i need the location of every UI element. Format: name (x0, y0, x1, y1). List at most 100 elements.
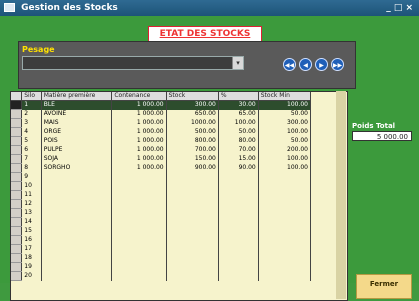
row-selector[interactable] (11, 208, 23, 218)
table-cell[interactable]: 100.00 (258, 127, 312, 137)
table-cell[interactable] (111, 217, 167, 227)
row-selector[interactable] (11, 118, 23, 128)
row-selector[interactable] (11, 271, 23, 281)
table-cell[interactable]: 500.00 (166, 127, 219, 137)
table-row[interactable]: 4 ORGE 1 000.00 500.00 50.00 100.00 (11, 127, 312, 137)
table-cell[interactable] (41, 172, 113, 182)
table-cell[interactable] (166, 217, 219, 227)
table-cell[interactable]: 650.00 (166, 109, 219, 119)
table-cell[interactable] (218, 244, 259, 254)
table-cell[interactable] (166, 190, 219, 200)
table-cell[interactable]: 2 (21, 109, 42, 119)
table-cell[interactable]: 1 000.00 (111, 127, 167, 137)
table-row[interactable]: 17 (11, 244, 312, 254)
table-cell[interactable] (41, 199, 113, 209)
table-cell[interactable] (111, 199, 167, 209)
table-row[interactable]: 12 (11, 199, 312, 209)
table-cell[interactable]: AVOINE (41, 109, 113, 119)
table-cell[interactable]: 1 000.00 (111, 154, 167, 164)
table-cell[interactable]: 80.00 (218, 136, 259, 146)
table-cell[interactable]: 100.00 (258, 100, 312, 110)
table-cell[interactable]: 7 (21, 154, 42, 164)
table-cell[interactable] (218, 208, 259, 218)
table-cell[interactable] (258, 262, 312, 272)
table-cell[interactable] (111, 244, 167, 254)
table-cell[interactable] (41, 181, 113, 191)
row-selector[interactable] (11, 127, 23, 137)
table-row[interactable]: 9 (11, 172, 312, 182)
table-cell[interactable] (166, 181, 219, 191)
table-cell[interactable] (166, 172, 219, 182)
table-cell[interactable] (41, 217, 113, 227)
table-cell[interactable]: 90.00 (218, 163, 259, 173)
table-cell[interactable]: 15 (21, 226, 42, 236)
table-row[interactable]: 15 (11, 226, 312, 236)
table-cell[interactable] (218, 271, 259, 281)
table-cell[interactable] (166, 208, 219, 218)
table-cell[interactable]: 17 (21, 244, 42, 254)
row-selector[interactable] (11, 262, 23, 272)
col-matiere[interactable]: Matière première (41, 92, 113, 101)
table-cell[interactable] (111, 235, 167, 245)
table-cell[interactable]: 100.00 (218, 118, 259, 128)
table-cell[interactable]: 800.00 (166, 136, 219, 146)
table-cell[interactable]: 700.00 (166, 145, 219, 155)
table-cell[interactable] (218, 199, 259, 209)
table-cell[interactable]: 150.00 (166, 154, 219, 164)
table-cell[interactable]: 14 (21, 217, 42, 227)
table-cell[interactable]: 300.00 (166, 100, 219, 110)
table-cell[interactable] (41, 271, 113, 281)
table-cell[interactable] (166, 235, 219, 245)
table-cell[interactable] (41, 226, 113, 236)
row-selector[interactable] (11, 190, 23, 200)
table-row[interactable]: 16 (11, 235, 312, 245)
table-row[interactable]: 14 (11, 217, 312, 227)
table-cell[interactable]: 200.00 (258, 145, 312, 155)
table-cell[interactable]: 10 (21, 181, 42, 191)
table-cell[interactable] (41, 235, 113, 245)
table-cell[interactable] (166, 253, 219, 263)
table-cell[interactable]: 5 (21, 136, 42, 146)
row-selector[interactable] (11, 244, 23, 254)
first-record-button[interactable]: ◀◀ (283, 58, 296, 71)
table-row[interactable]: 20 (11, 271, 312, 281)
table-cell[interactable] (41, 190, 113, 200)
table-cell[interactable]: POIS (41, 136, 113, 146)
table-cell[interactable] (111, 262, 167, 272)
table-row[interactable]: 2 AVOINE 1 000.00 650.00 65.00 50.00 (11, 109, 312, 119)
table-cell[interactable]: 1 000.00 (111, 100, 167, 110)
table-row[interactable]: 7 SOJA 1 000.00 150.00 15.00 100.00 (11, 154, 312, 164)
table-cell[interactable]: 18 (21, 253, 42, 263)
table-cell[interactable]: 70.00 (218, 145, 259, 155)
table-cell[interactable] (111, 181, 167, 191)
table-row[interactable]: 8 SORGHO 1 000.00 900.00 90.00 100.00 (11, 163, 312, 173)
table-cell[interactable] (166, 262, 219, 272)
table-cell[interactable]: 15.00 (218, 154, 259, 164)
pesage-select[interactable]: ▾ (22, 56, 244, 70)
chevron-down-icon[interactable]: ▾ (232, 57, 243, 69)
table-cell[interactable]: 3 (21, 118, 42, 128)
table-cell[interactable]: 50.00 (258, 136, 312, 146)
row-selector[interactable] (11, 199, 23, 209)
table-cell[interactable] (166, 244, 219, 254)
table-cell[interactable]: 13 (21, 208, 42, 218)
table-cell[interactable]: SOJA (41, 154, 113, 164)
table-cell[interactable] (258, 208, 312, 218)
table-row[interactable]: 11 (11, 190, 312, 200)
table-cell[interactable]: 50.00 (218, 127, 259, 137)
table-cell[interactable] (218, 235, 259, 245)
table-cell[interactable]: 12 (21, 199, 42, 209)
table-cell[interactable]: 1 000.00 (111, 163, 167, 173)
table-cell[interactable]: 1000.00 (166, 118, 219, 128)
table-cell[interactable]: 20 (21, 271, 42, 281)
table-cell[interactable] (41, 253, 113, 263)
row-selector[interactable] (11, 226, 23, 236)
col-percent[interactable]: % (218, 92, 259, 101)
row-selector[interactable] (11, 217, 23, 227)
table-cell[interactable]: 100.00 (258, 163, 312, 173)
row-selector[interactable] (11, 136, 23, 146)
table-cell[interactable]: BLE (41, 100, 113, 110)
table-cell[interactable]: 1 (21, 100, 42, 110)
row-selector[interactable] (11, 109, 23, 119)
row-selector[interactable] (11, 100, 23, 110)
